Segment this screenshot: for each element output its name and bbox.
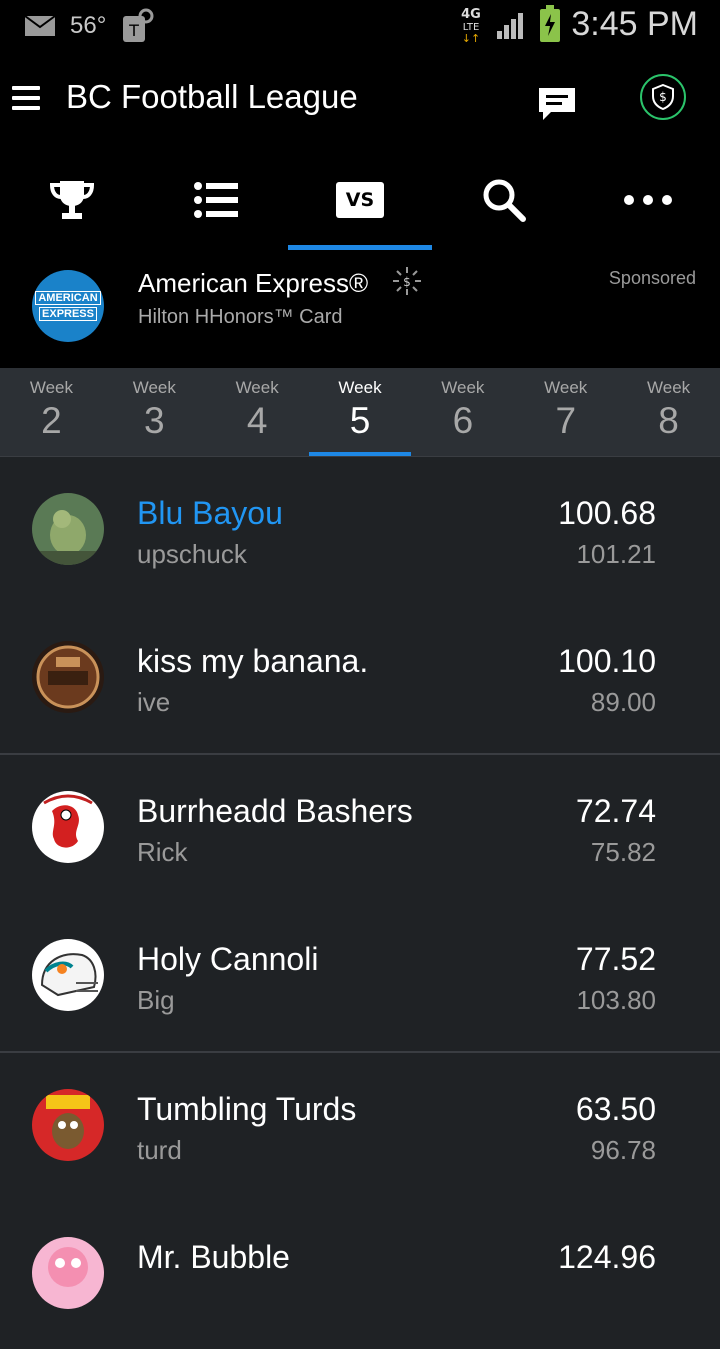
team-projected: 75.82 — [590, 837, 656, 867]
team-owner: turd — [137, 1135, 182, 1165]
team-projected: 89.00 — [590, 687, 656, 717]
battery-icon — [540, 5, 561, 42]
hamburger-menu-icon[interactable] — [12, 86, 40, 116]
lte-icon: 4GLTE↓↑ — [462, 7, 482, 44]
temperature: 56° — [70, 12, 107, 39]
team-owner: Rick — [137, 837, 188, 867]
team-score: 124.96 — [558, 1239, 656, 1275]
tab-matchup[interactable]: VS — [288, 150, 432, 250]
vs-icon: VS — [336, 182, 384, 218]
team-name: Holy Cannoli — [137, 941, 319, 977]
more-icon — [624, 195, 672, 205]
team-avatar — [32, 1089, 104, 1161]
svg-text:↓↑: ↓↑ — [462, 32, 480, 44]
team-row[interactable]: Tumbling Turds turd 63.50 96.78 — [0, 1053, 720, 1201]
team-owner: Big — [137, 985, 175, 1015]
search-icon — [483, 179, 526, 222]
team-name: Burrheadd Bashers — [137, 793, 413, 829]
week-tab-active[interactable]: Week 5 — [308, 368, 412, 456]
mail-icon — [24, 15, 56, 36]
team-avatar — [32, 1237, 104, 1309]
chat-icon[interactable] — [537, 86, 577, 127]
team-avatar — [32, 641, 104, 713]
svg-text:$: $ — [403, 275, 411, 289]
team-score: 77.52 — [575, 941, 656, 977]
week-tab[interactable]: Week 2 — [0, 368, 103, 456]
team-name: Mr. Bubble — [137, 1239, 290, 1275]
main-tabs: VS — [0, 150, 720, 250]
ad-subtitle: Hilton HHonors™ Card — [138, 306, 343, 328]
sponsored-label: Sponsored — [608, 268, 696, 288]
team-avatar — [32, 493, 104, 565]
week-tab[interactable]: Week 4 — [206, 368, 309, 456]
team-avatar — [32, 791, 104, 863]
amex-logo: AMERICAN EXPRESS — [32, 270, 104, 342]
signal-icon — [497, 13, 524, 39]
status-bar: 56° T 4G LTE ↓↑ 3:45 PM — [0, 0, 720, 50]
shield-dollar-button[interactable]: $ — [640, 74, 686, 120]
clock: 3:45 PM — [571, 4, 698, 43]
tab-list[interactable] — [144, 150, 288, 250]
matchup[interactable]: Tumbling Turds turd 63.50 96.78 Mr. Bubb… — [0, 1053, 720, 1349]
team-owner: ive — [137, 687, 171, 717]
matchup-list: Blu Bayou upschuck 100.68 101.21 kiss my… — [0, 457, 720, 1349]
trophy-icon — [49, 181, 95, 219]
week-tab[interactable]: Week 3 — [103, 368, 206, 456]
team-row[interactable]: Mr. Bubble 124.96 — [0, 1201, 720, 1349]
team-row[interactable]: Blu Bayou upschuck 100.68 101.21 — [0, 457, 720, 605]
team-avatar — [32, 939, 104, 1011]
team-owner: upschuck — [137, 539, 247, 569]
matchup[interactable]: Burrheadd Bashers Rick 72.74 75.82 Holy … — [0, 755, 720, 1053]
list-icon — [194, 182, 238, 218]
svg-text:T: T — [128, 21, 139, 40]
team-projected: 101.21 — [576, 539, 656, 569]
tab-trophy[interactable] — [0, 150, 144, 250]
week-tab[interactable]: Week 8 — [617, 368, 720, 456]
team-name: Tumbling Turds — [137, 1091, 357, 1127]
team-score: 100.68 — [558, 495, 656, 531]
week-selector: Week 2 Week 3 Week 4 Week 5 Week 6 Week 7 Week… — [0, 368, 720, 457]
svg-text:4G: 4G — [462, 7, 482, 22]
tab-search[interactable] — [432, 150, 576, 250]
team-name: Blu Bayou — [137, 495, 283, 531]
team-row[interactable]: Burrheadd Bashers Rick 72.74 75.82 — [0, 755, 720, 903]
tab-more[interactable] — [576, 150, 720, 250]
week-tab[interactable]: Week 7 — [514, 368, 617, 456]
week-tab[interactable]: Week 6 — [411, 368, 514, 456]
matchup[interactable]: Blu Bayou upschuck 100.68 101.21 kiss my… — [0, 457, 720, 755]
team-name: kiss my banana. — [137, 643, 369, 679]
ad-title: American Express® — [138, 268, 369, 298]
shield-dollar-icon: $ — [652, 84, 674, 110]
team-projected: 96.78 — [590, 1135, 656, 1165]
league-title: BC Football League — [66, 78, 358, 115]
team-row[interactable]: kiss my banana. ive 100.10 89.00 — [0, 605, 720, 753]
team-score: 100.10 — [558, 643, 656, 679]
tmobile-icon: T — [123, 8, 154, 42]
svg-text:$: $ — [659, 90, 667, 104]
team-score: 72.74 — [575, 793, 656, 829]
team-score: 63.50 — [575, 1091, 656, 1127]
team-row[interactable]: Holy Cannoli Big 77.52 103.80 — [0, 903, 720, 1051]
ad-sparkle-icon: $ — [393, 267, 421, 295]
team-projected: 103.80 — [576, 985, 656, 1015]
